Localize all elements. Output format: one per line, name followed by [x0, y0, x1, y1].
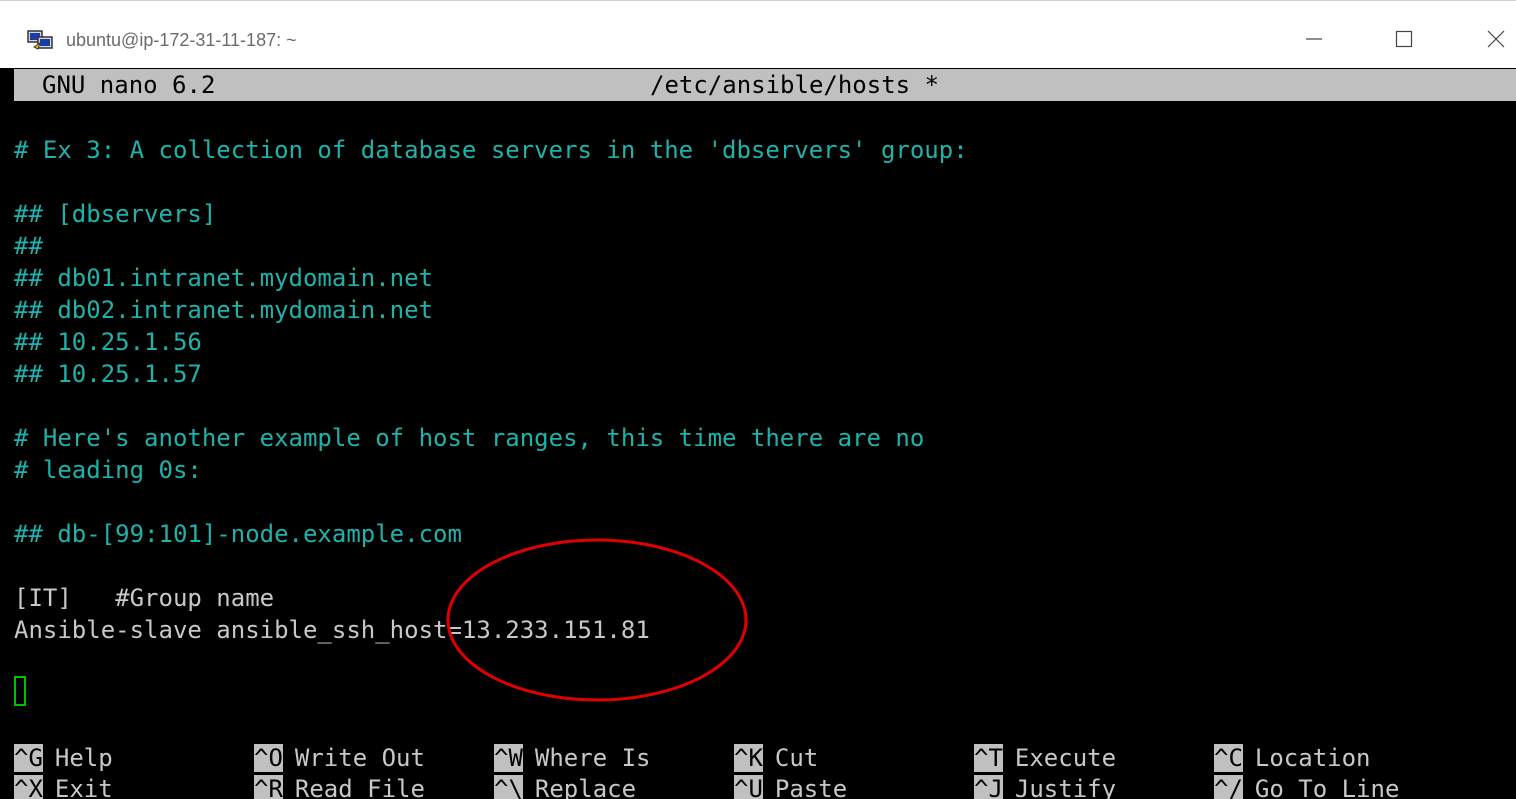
close-icon — [1487, 30, 1505, 48]
close-button[interactable] — [1476, 19, 1516, 59]
shortcut-label: Where Is — [534, 744, 651, 772]
editor-line[interactable]: ## db-[99:101]-node.example.com — [14, 518, 462, 550]
shortcut-key: ^/ — [1214, 775, 1243, 799]
window-titlebar: ubuntu@ip-172-31-11-187: ~ — [0, 0, 1516, 68]
shortcut-label: Execute — [1014, 744, 1117, 772]
terminal-area[interactable]: GNU nano 6.2 /etc/ansible/hosts * # Ex 3… — [0, 68, 1516, 799]
shortcut-label: Help — [54, 744, 113, 772]
editor-line[interactable]: [IT] #Group name — [14, 582, 274, 614]
shortcut-go-to-line[interactable]: ^/ Go To Line — [1214, 774, 1399, 799]
maximize-button[interactable] — [1384, 19, 1424, 59]
shortcut-key: ^R — [254, 775, 283, 799]
shortcut-label: Paste — [774, 775, 848, 799]
shortcut-key: ^C — [1214, 744, 1243, 772]
shortcut-paste[interactable]: ^U Paste — [734, 774, 847, 799]
shortcut-label: Cut — [774, 744, 819, 772]
shortcut-key: ^G — [14, 744, 43, 772]
editor-line-host-entry[interactable]: Ansible-slave ansible_ssh_host=13.233.15… — [14, 614, 650, 646]
shortcut-label: Exit — [54, 775, 113, 799]
text-cursor — [14, 676, 26, 706]
shortcut-label: Go To Line — [1254, 775, 1400, 799]
shortcut-where-is[interactable]: ^W Where Is — [494, 743, 651, 773]
editor-line[interactable]: ## db02.intranet.mydomain.net — [14, 294, 433, 326]
shortcut-label: Replace — [534, 775, 637, 799]
shortcut-key: ^J — [974, 775, 1003, 799]
shortcut-read-file[interactable]: ^R Read File — [254, 774, 425, 799]
shortcut-key: ^X — [14, 775, 43, 799]
shortcut-cut[interactable]: ^K Cut — [734, 743, 818, 773]
shortcut-label: Write Out — [294, 744, 425, 772]
shortcut-key: ^U — [734, 775, 763, 799]
nano-filename: /etc/ansible/hosts * — [650, 71, 939, 99]
shortcut-execute[interactable]: ^T Execute — [974, 743, 1116, 773]
shortcut-label: Read File — [294, 775, 425, 799]
editor-line[interactable]: # Ex 3: A collection of database servers… — [14, 134, 968, 166]
editor-line[interactable]: ## db01.intranet.mydomain.net — [14, 262, 433, 294]
maximize-icon — [1395, 30, 1413, 48]
editor-line[interactable]: ## [dbservers] — [14, 198, 216, 230]
shortcut-help[interactable]: ^G Help — [14, 743, 113, 773]
shortcut-exit[interactable]: ^X Exit — [14, 774, 113, 799]
editor-line[interactable]: ## — [14, 230, 43, 262]
editor-line[interactable]: ## 10.25.1.56 — [14, 326, 202, 358]
shortcut-location[interactable]: ^C Location — [1214, 743, 1371, 773]
shortcut-key: ^T — [974, 744, 1003, 772]
minimize-icon — [1306, 38, 1322, 40]
shortcut-label: Location — [1254, 744, 1371, 772]
shortcut-key: ^K — [734, 744, 763, 772]
editor-line[interactable]: ## 10.25.1.57 — [14, 358, 202, 390]
shortcut-key: ^O — [254, 744, 283, 772]
shortcut-label: Justify — [1014, 775, 1117, 799]
shortcut-key: ^W — [494, 744, 523, 772]
shortcut-write-out[interactable]: ^O Write Out — [254, 743, 425, 773]
minimize-button[interactable] — [1294, 19, 1334, 59]
putty-icon — [27, 30, 53, 50]
window-title: ubuntu@ip-172-31-11-187: ~ — [66, 30, 297, 50]
nano-version: GNU nano 6.2 — [42, 71, 216, 99]
shortcut-key: ^\ — [494, 775, 523, 799]
editor-line[interactable]: # Here's another example of host ranges,… — [14, 422, 924, 454]
shortcut-replace[interactable]: ^\ Replace — [494, 774, 636, 799]
nano-header-bar: GNU nano 6.2 /etc/ansible/hosts * — [14, 69, 1516, 101]
editor-line[interactable]: # leading 0s: — [14, 454, 202, 486]
shortcut-justify[interactable]: ^J Justify — [974, 774, 1116, 799]
